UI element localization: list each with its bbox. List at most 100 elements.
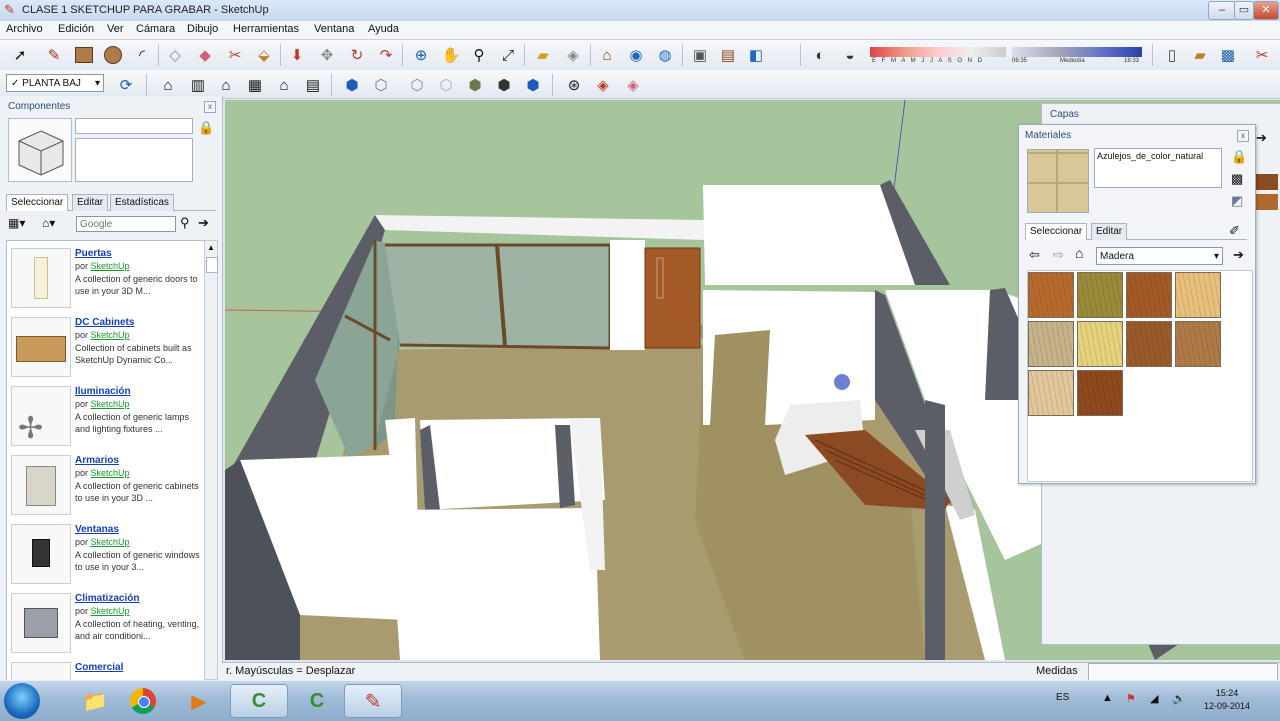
monochrome-icon[interactable]: ⬢ — [492, 73, 516, 97]
media-player-icon[interactable]: ▶ — [170, 684, 228, 718]
component-author-link[interactable]: SketchUp — [91, 606, 130, 616]
camtasia-studio-icon[interactable]: C — [288, 684, 346, 718]
list-item[interactable]: Climatización por SketchUp A collection … — [7, 590, 205, 656]
search-icon[interactable]: ⚲ — [180, 215, 190, 231]
eyedropper-icon[interactable]: ✐ — [1229, 223, 1240, 239]
menu-ayuda[interactable]: Ayuda — [368, 23, 399, 35]
close-button[interactable]: ✕ — [1253, 1, 1279, 20]
fog-toggle-icon[interactable]: ◒ — [838, 43, 862, 67]
zoom-extents-icon[interactable]: ⤢ — [496, 43, 520, 67]
texture-icon[interactable]: ▤ — [716, 43, 740, 67]
material-name-field[interactable]: Azulejos_de_color_natural — [1094, 148, 1222, 188]
eraser-tool-icon[interactable]: ◆ — [193, 43, 217, 67]
layers-details-icon[interactable]: ➔ — [1256, 130, 1267, 146]
list-item[interactable]: Puertas por SketchUp A collection of gen… — [7, 245, 205, 311]
material-swatch[interactable] — [1077, 370, 1123, 416]
component-name[interactable]: Iluminación — [75, 386, 131, 397]
menu-herramientas[interactable]: Herramientas — [233, 23, 299, 35]
tab-seleccionar[interactable]: Seleccionar — [1025, 223, 1088, 240]
component-description-field[interactable] — [75, 138, 193, 182]
xray-icon[interactable]: ⬢ — [340, 73, 364, 97]
update-scene-icon[interactable]: ⟳ — [114, 73, 138, 97]
select-tool-icon[interactable]: ➚ — [8, 43, 32, 67]
material-swatch[interactable] — [1077, 321, 1123, 367]
section-plane-icon[interactable]: ⬢ — [521, 73, 545, 97]
lock-icon[interactable]: 🔒 — [1231, 149, 1247, 165]
components-panel-close[interactable]: x — [204, 101, 216, 113]
default-material-icon[interactable]: ◩ — [1231, 193, 1243, 209]
google-earth-icon[interactable]: ◍ — [653, 43, 677, 67]
material-texture-icon[interactable]: ▩ — [1231, 171, 1243, 187]
menu-ver[interactable]: Ver — [107, 23, 124, 35]
rectangle-tool-icon[interactable] — [72, 43, 96, 67]
network-icon[interactable]: ▲ — [1102, 692, 1113, 704]
month-slider[interactable] — [870, 47, 1006, 57]
components-scrollbar[interactable]: ▲ — [204, 240, 218, 680]
display-section-icon[interactable]: ◈ — [591, 73, 615, 97]
scroll-thumb[interactable] — [206, 257, 218, 273]
rotate-tool-icon[interactable]: ↻ — [345, 43, 369, 67]
component-name-field[interactable] — [75, 118, 193, 134]
volume-icon[interactable]: 🔊 — [1172, 692, 1186, 705]
back-arrow-icon[interactable]: ⇦ — [1029, 247, 1040, 263]
warehouse-icon[interactable]: ⌂ — [595, 43, 619, 67]
system-clock[interactable]: 15:24 12-09-2014 — [1196, 687, 1258, 713]
material-swatch[interactable] — [1175, 272, 1221, 318]
material-swatch[interactable] — [1126, 321, 1172, 367]
lock-icon[interactable]: 🔒 — [198, 120, 214, 136]
time-slider[interactable] — [1012, 47, 1142, 57]
top-view-icon[interactable]: ▥ — [186, 73, 210, 97]
layers-icon[interactable]: ◧ — [744, 43, 768, 67]
tab-editar[interactable]: Editar — [1091, 223, 1128, 240]
follow-me-icon[interactable]: ↷ — [374, 43, 398, 67]
front-view-icon[interactable]: ⌂ — [214, 73, 238, 97]
tab-editar[interactable]: Editar — [72, 194, 109, 211]
shaded-icon[interactable]: ⬡ — [434, 73, 458, 97]
position-camera-icon[interactable]: ⊛ — [562, 73, 586, 97]
back-view-icon[interactable]: ⌂ — [272, 73, 296, 97]
component-author-link[interactable]: SketchUp — [91, 468, 130, 478]
save-file-icon[interactable]: ▩ — [1216, 43, 1240, 67]
shadows-toggle-icon[interactable]: ◐ — [808, 43, 832, 67]
arc-tool-icon[interactable]: ◜ — [130, 43, 154, 67]
menu-ventana[interactable]: Ventana — [314, 23, 354, 35]
start-button[interactable] — [4, 683, 40, 719]
look-around-icon[interactable]: ◈ — [561, 43, 585, 67]
signal-icon[interactable]: ◢ — [1150, 692, 1158, 705]
maximize-button[interactable]: ▭ — [1234, 1, 1254, 20]
materials-panel-close[interactable]: x — [1237, 130, 1249, 142]
material-swatch[interactable] — [1175, 321, 1221, 367]
material-swatch[interactable] — [1077, 272, 1123, 318]
tab-seleccionar[interactable]: Seleccionar — [6, 194, 69, 211]
camtasia-recorder-icon[interactable]: C — [230, 684, 288, 718]
home-icon[interactable]: ⌂▾ — [42, 216, 55, 230]
language-indicator[interactable]: ES — [1056, 692, 1069, 703]
orbit-tool-icon[interactable]: ⊕ — [409, 43, 433, 67]
component-name[interactable]: Armarios — [75, 455, 119, 466]
menu-archivo[interactable]: Archivo — [6, 23, 43, 35]
scene-select[interactable]: ✓ PLANTA BAJ ▾ — [6, 74, 104, 92]
material-swatch[interactable] — [1028, 321, 1074, 367]
component-author-link[interactable]: SketchUp — [91, 537, 130, 547]
material-swatch[interactable] — [1028, 370, 1074, 416]
component-name[interactable]: Ventanas — [75, 524, 119, 535]
paint-bucket-icon[interactable]: ⬙ — [252, 43, 276, 67]
menu-dibujo[interactable]: Dibujo — [187, 23, 218, 35]
measures-input[interactable] — [1088, 663, 1278, 681]
material-swatch[interactable] — [1126, 272, 1172, 318]
walk-tool-icon[interactable]: ▰ — [531, 43, 555, 67]
shaded-textures-icon[interactable]: ⬢ — [463, 73, 487, 97]
zoom-tool-icon[interactable]: ⚲ — [467, 43, 491, 67]
section-cuts-icon[interactable]: ◈ — [621, 73, 645, 97]
make-component-icon[interactable]: ◇ — [163, 43, 187, 67]
push-pull-icon[interactable]: ⬇ — [285, 43, 309, 67]
move-tool-icon[interactable]: ✥ — [315, 43, 339, 67]
component-name[interactable]: DC Cabinets — [75, 317, 134, 328]
material-swatch[interactable] — [1028, 272, 1074, 318]
tab-estadisticas[interactable]: Estadísticas — [110, 194, 174, 211]
iso-view-icon[interactable]: ⌂ — [156, 73, 180, 97]
styles-icon[interactable]: ▣ — [688, 43, 712, 67]
details-arrow-icon[interactable]: ➔ — [198, 215, 209, 231]
menu-edicion[interactable]: Edición — [58, 23, 94, 35]
list-item[interactable]: DC Cabinets por SketchUp Collection of c… — [7, 314, 205, 380]
